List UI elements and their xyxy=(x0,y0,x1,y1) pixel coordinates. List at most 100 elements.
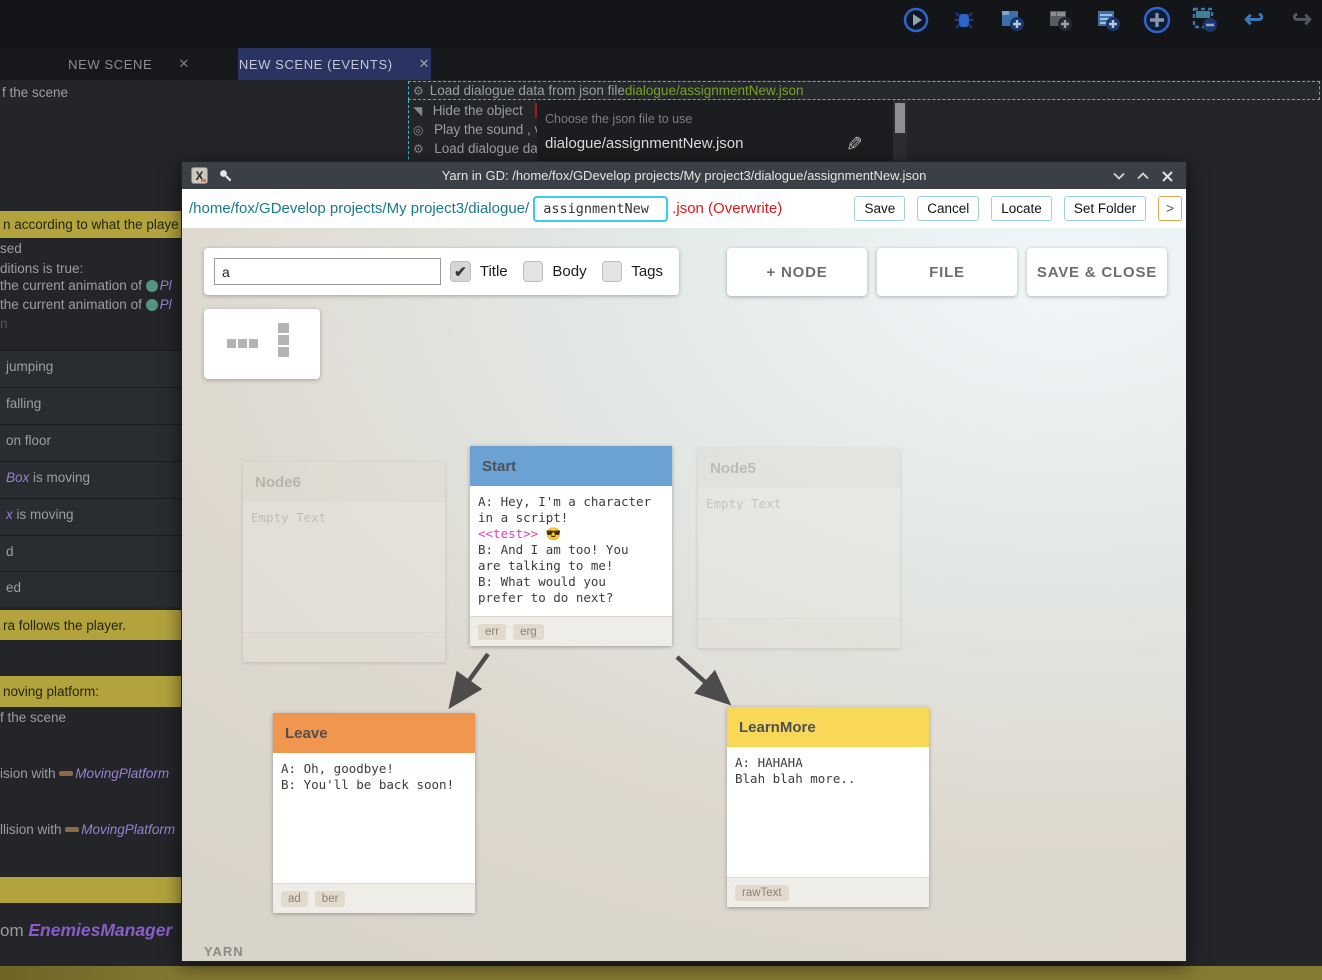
yarn-canvas[interactable]: ✔ Title Body Tags + NODE FILE SAVE & CLO… xyxy=(182,228,1186,961)
tab-close-icon[interactable]: ✕ xyxy=(178,56,190,72)
node-body: Empty Text xyxy=(243,502,445,632)
comment-row[interactable] xyxy=(0,877,181,903)
checkbox-tags[interactable] xyxy=(602,261,623,282)
yarn-node-leave[interactable]: Leave A: Oh, goodbye! B: You'll be back … xyxy=(273,713,475,913)
edit-brush-icon[interactable]: ✎ xyxy=(846,132,863,157)
node-body: A: Oh, goodbye! B: You'll be back soon! xyxy=(273,753,475,883)
filename-input[interactable] xyxy=(533,196,668,222)
event-row-selected[interactable]: ⚙ Load dialogue data from json file dial… xyxy=(408,81,1320,100)
yarn-node-node6[interactable]: Node6 Empty Text xyxy=(243,462,445,662)
event-cell[interactable]: jumping xyxy=(0,350,181,387)
undo-icon[interactable]: ↩ xyxy=(1240,6,1268,34)
add-node-button[interactable]: + NODE xyxy=(727,248,867,296)
node-footer xyxy=(698,618,900,648)
event-big-row[interactable]: om EnemiesManager xyxy=(0,920,181,941)
file-button[interactable]: FILE xyxy=(877,248,1017,296)
node-tag[interactable]: rawText xyxy=(735,885,789,901)
events-left-column: n according to what the playe sed dition… xyxy=(0,80,181,980)
save-button[interactable]: Save xyxy=(854,196,905,221)
event-cell[interactable]: Box is moving xyxy=(0,461,181,498)
add-extension-icon[interactable] xyxy=(1143,6,1171,34)
add-external-layout-icon[interactable] xyxy=(1046,6,1074,34)
add-external-events-icon[interactable] xyxy=(1094,6,1122,34)
main-toolbar: ↩ ↪ xyxy=(0,0,1322,48)
node-tag[interactable]: err xyxy=(478,624,506,640)
object-badge-icon xyxy=(146,299,158,311)
comment-row[interactable]: n according to what the playe xyxy=(0,211,181,238)
yarn-dialog: Yarn in GD: /home/fox/GDevelop projects/… xyxy=(181,161,1187,962)
file-path-row: /home/fox/GDevelop projects/My project3/… xyxy=(182,189,1186,228)
popup-placeholder: Choose the json file to use xyxy=(545,112,692,126)
condition-row[interactable]: the current animation of Pl xyxy=(0,297,181,312)
platform-icon xyxy=(65,827,79,832)
platform-icon xyxy=(59,771,73,776)
save-close-button[interactable]: SAVE & CLOSE xyxy=(1027,248,1167,296)
yarn-node-start[interactable]: Start A: Hey, I'm a character in a scrip… xyxy=(470,446,672,646)
search-card: ✔ Title Body Tags xyxy=(204,248,679,295)
checkbox-body[interactable] xyxy=(523,261,544,282)
comment-row-strip xyxy=(0,966,1322,980)
tab-new-scene[interactable]: NEW SCENE ✕ xyxy=(20,48,238,80)
yarn-node-learnmore[interactable]: LearnMore A: HAHAHA Blah blah more.. raw… xyxy=(727,707,929,907)
event-cell[interactable]: falling xyxy=(0,387,181,424)
event-text-fragment: ditions is true: xyxy=(0,261,181,276)
event-text-fragment: sed xyxy=(0,241,181,256)
node-footer: ad ber xyxy=(273,883,475,913)
tab-close-icon[interactable]: ✕ xyxy=(419,56,431,72)
node-title: Node5 xyxy=(698,448,900,488)
pin-icon[interactable] xyxy=(218,168,233,188)
node-tag[interactable]: erg xyxy=(513,624,544,640)
comment-row[interactable]: noving platform: xyxy=(0,676,181,707)
checkbox-title-label: Title xyxy=(480,263,508,280)
set-folder-button[interactable]: Set Folder xyxy=(1064,196,1146,221)
event-cell[interactable]: d xyxy=(0,535,181,571)
event-cell[interactable]: x is moving xyxy=(0,498,181,535)
condition-row[interactable]: the current animation of Pl xyxy=(0,278,181,293)
debug-icon[interactable] xyxy=(950,6,978,34)
add-scene-icon[interactable] xyxy=(998,6,1026,34)
search-input[interactable] xyxy=(214,258,441,285)
node-body: Empty Text xyxy=(698,488,900,618)
tab-new-scene-events[interactable]: NEW SCENE (EVENTS) ✕ xyxy=(238,48,431,80)
minimize-icon[interactable] xyxy=(1108,166,1130,186)
node-title: Node6 xyxy=(243,462,445,502)
popup-value[interactable]: dialogue/assignmentNew.json xyxy=(545,135,743,152)
collision-row[interactable]: llision with MovingPlatform xyxy=(0,822,181,837)
cancel-button[interactable]: Cancel xyxy=(917,196,979,221)
minimap[interactable] xyxy=(204,309,320,379)
path-prefix: /home/fox/GDevelop projects/My project3/… xyxy=(189,200,529,217)
redo-icon[interactable]: ↪ xyxy=(1288,6,1316,34)
sound-icon: ◎ xyxy=(413,123,423,137)
maximize-icon[interactable] xyxy=(1132,166,1154,186)
node-footer: rawText xyxy=(727,877,929,907)
event-json-link[interactable]: dialogue/assignmentNew.json xyxy=(625,83,804,98)
dialog-title-bar[interactable]: Yarn in GD: /home/fox/GDevelop projects/… xyxy=(182,162,1186,189)
locate-button[interactable]: Locate xyxy=(991,196,1052,221)
comment-row[interactable]: ra follows the player. xyxy=(0,610,181,640)
more-button[interactable]: > xyxy=(1158,196,1182,221)
emoji-sunglasses: 😎 xyxy=(538,526,561,541)
node-footer: err erg xyxy=(470,616,672,646)
event-action-text: Load dialogue data from json file xyxy=(430,83,625,98)
gear-icon: ⚙ xyxy=(413,142,424,156)
tab-label: NEW SCENE (EVENTS) xyxy=(239,57,393,72)
tab-bar: NEW SCENE ✕ NEW SCENE (EVENTS) ✕ xyxy=(0,48,1322,80)
visibility-icon: ◥ xyxy=(413,104,422,118)
checkbox-body-label: Body xyxy=(552,263,586,280)
node-tag[interactable]: ad xyxy=(281,891,308,907)
node-title: Start xyxy=(470,446,672,486)
tab-label: NEW SCENE xyxy=(68,57,152,72)
play-icon[interactable] xyxy=(902,6,930,34)
yarn-watermark: YARN xyxy=(204,944,244,959)
close-icon[interactable] xyxy=(1156,166,1178,186)
event-cell[interactable]: ed xyxy=(0,571,181,607)
node-tag[interactable]: ber xyxy=(315,891,346,907)
dialog-title: Yarn in GD: /home/fox/GDevelop projects/… xyxy=(182,168,1186,183)
checkbox-title[interactable]: ✔ xyxy=(450,261,471,282)
yarn-node-node5[interactable]: Node5 Empty Text xyxy=(698,448,900,648)
node-footer xyxy=(243,632,445,662)
deselect-icon[interactable] xyxy=(1191,6,1219,34)
scrollbar-thumb[interactable] xyxy=(895,103,905,133)
collision-row[interactable]: ision with MovingPlatform xyxy=(0,766,181,781)
event-cell[interactable]: on floor xyxy=(0,424,181,461)
